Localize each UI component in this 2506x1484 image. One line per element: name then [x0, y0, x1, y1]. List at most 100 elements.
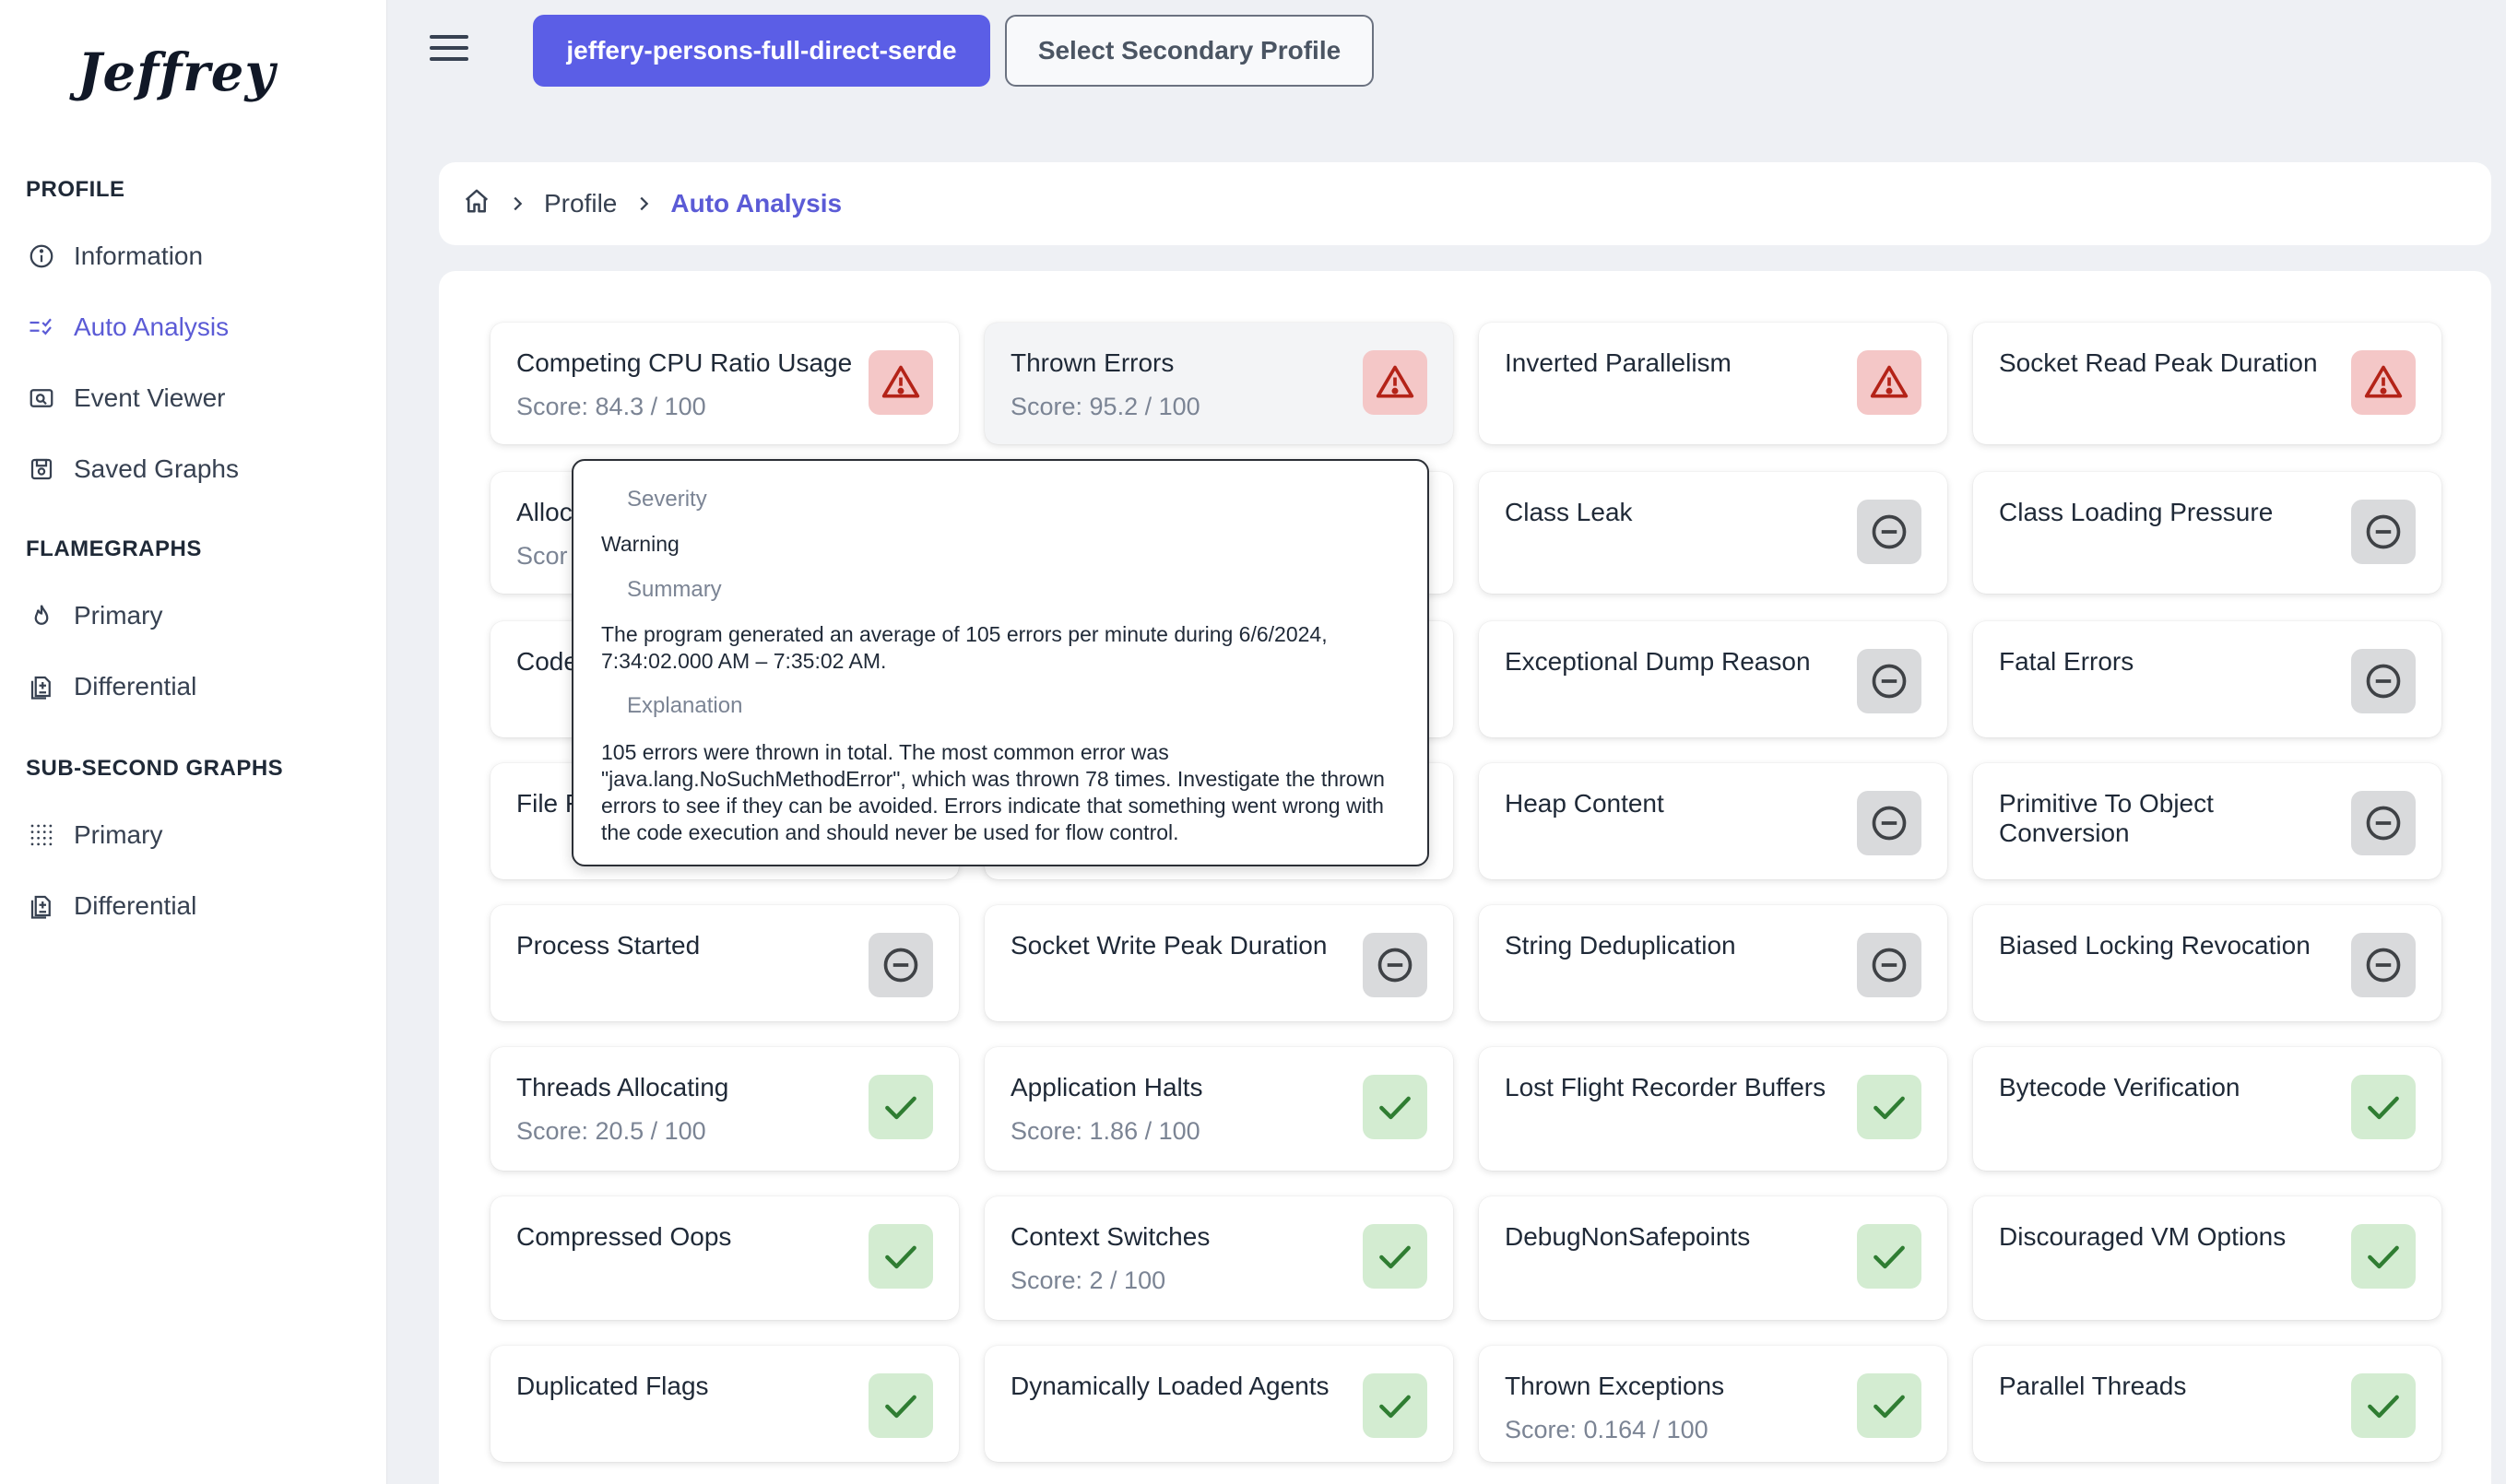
analysis-card-title: Lost Flight Recorder Buffers [1505, 1073, 1826, 1101]
analysis-card-title: Compressed Oops [516, 1222, 732, 1251]
minus-circle-icon [1857, 933, 1921, 997]
sidebar-item-information[interactable]: Information [26, 230, 376, 282]
tooltip-summary-value: The program generated an average of 105 … [601, 622, 1328, 673]
analysis-card[interactable]: Lost Flight Recorder Buffers [1479, 1047, 1947, 1171]
analysis-card-title: Class Leak [1505, 498, 1633, 526]
analysis-card[interactable]: Biased Locking Revocation [1973, 905, 2441, 1021]
analysis-card[interactable]: Threads Allocating Score: 20.5 / 100 [491, 1047, 959, 1171]
analysis-card-title: Threads Allocating [516, 1073, 729, 1101]
check-icon [1363, 1373, 1427, 1438]
analysis-card-title: Biased Locking Revocation [1999, 931, 2311, 960]
search-image-icon [26, 383, 57, 414]
analysis-card[interactable]: Application Halts Score: 1.86 / 100 [985, 1047, 1453, 1171]
analysis-card[interactable]: Parallel Threads [1973, 1346, 2441, 1462]
analysis-card[interactable]: Context Switches Score: 2 / 100 [985, 1196, 1453, 1320]
check-icon [2351, 1224, 2416, 1289]
check-icon [1363, 1224, 1427, 1289]
analysis-card-title: DebugNonSafepoints [1505, 1222, 1751, 1251]
sidebar-item-event-viewer[interactable]: Event Viewer [26, 372, 376, 424]
file-diff-icon [26, 671, 57, 702]
analysis-card-score: Scor [516, 542, 568, 570]
analysis-card-title: Duplicated Flags [516, 1372, 709, 1400]
sidebar-item-primary[interactable]: Primary [26, 809, 376, 861]
analysis-card-title: Inverted Parallelism [1505, 348, 1732, 377]
analysis-card-title: Application Halts [1011, 1073, 1203, 1101]
sidebar-item-differential[interactable]: Differential [26, 661, 376, 713]
grid-dots-icon [26, 819, 57, 851]
analysis-card[interactable]: Bytecode Verification [1973, 1047, 2441, 1171]
analysis-card-title: Socket Write Peak Duration [1011, 931, 1328, 960]
analysis-card-score: Score: 84.3 / 100 [516, 393, 706, 420]
check-icon [1857, 1224, 1921, 1289]
tooltip-summary-label: Summary [627, 577, 722, 602]
sidebar-item-label: Primary [74, 820, 163, 849]
analysis-card[interactable]: Class Loading Pressure [1973, 472, 2441, 594]
home-icon[interactable] [463, 187, 491, 221]
menu-toggle-icon[interactable] [430, 35, 468, 66]
sidebar-item-label: Event Viewer [74, 383, 226, 412]
analysis-card[interactable]: Class Leak [1479, 472, 1947, 594]
primary-profile-button[interactable]: jeffery-persons-full-direct-serde [533, 15, 990, 87]
minus-circle-icon [1363, 933, 1427, 997]
analysis-card-score: Score: 20.5 / 100 [516, 1117, 706, 1145]
analysis-card[interactable]: DebugNonSafepoints [1479, 1196, 1947, 1320]
sidebar: Jeffrey PROFILE Information Auto Analysis E… [0, 0, 387, 1484]
app-logo[interactable]: Jeffrey [77, 42, 276, 103]
analysis-card-title: Dynamically Loaded Agents [1011, 1372, 1330, 1400]
tooltip-severity-value: Warning [601, 532, 680, 556]
minus-circle-icon [2351, 791, 2416, 855]
analysis-card[interactable]: Fatal Errors [1973, 621, 2441, 737]
analysis-card-score: Score: 95.2 / 100 [1011, 393, 1200, 420]
analysis-card[interactable]: Thrown Errors Score: 95.2 / 100 [985, 323, 1453, 444]
analysis-card-title: Process Started [516, 931, 701, 960]
minus-circle-icon [1857, 791, 1921, 855]
sidebar-item-saved-graphs[interactable]: Saved Graphs [26, 443, 376, 495]
analysis-card[interactable]: Exceptional Dump Reason [1479, 621, 1947, 737]
analysis-card[interactable]: String Deduplication [1479, 905, 1947, 1021]
analysis-card-title: Exceptional Dump Reason [1505, 647, 1811, 676]
analysis-card[interactable]: Socket Read Peak Duration [1973, 323, 2441, 444]
sidebar-item-primary[interactable]: Primary [26, 590, 376, 642]
analysis-card[interactable]: Process Started [491, 905, 959, 1021]
analysis-card[interactable]: Discouraged VM Options [1973, 1196, 2441, 1320]
analysis-card[interactable]: Thrown Exceptions Score: 0.164 / 100 [1479, 1346, 1947, 1462]
minus-circle-icon [2351, 933, 2416, 997]
analysis-card[interactable]: Competing CPU Ratio Usage Score: 84.3 / 1… [491, 323, 959, 444]
fire-icon [26, 600, 57, 631]
sidebar-item-auto-analysis[interactable]: Auto Analysis [26, 301, 376, 353]
analysis-card[interactable]: Dynamically Loaded Agents [985, 1346, 1453, 1462]
analysis-card[interactable]: Heap Content [1479, 763, 1947, 879]
select-secondary-profile-button[interactable]: Select Secondary Profile [1005, 15, 1374, 87]
breadcrumb-profile[interactable]: Profile [544, 189, 617, 218]
chevron-right-icon [633, 194, 654, 214]
warning-triangle-icon [869, 350, 933, 415]
sidebar-item-label: Differential [74, 672, 197, 701]
save-icon [26, 453, 57, 485]
tooltip-explanation-value: 105 errors were thrown in total. The mos… [601, 740, 1385, 844]
breadcrumb: Profile Auto Analysis [439, 162, 2491, 245]
analysis-card-title: Competing CPU Ratio Usage [516, 348, 853, 377]
sidebar-item-label: Information [74, 241, 204, 270]
analysis-card-title: Parallel Threads [1999, 1372, 2187, 1400]
analysis-card-title: Discouraged VM Options [1999, 1222, 2287, 1251]
analysis-card-title: String Deduplication [1505, 931, 1736, 960]
analysis-card-score: Score: 2 / 100 [1011, 1266, 1166, 1294]
analysis-card[interactable]: Inverted Parallelism [1479, 323, 1947, 444]
analysis-card[interactable]: Socket Write Peak Duration [985, 905, 1453, 1021]
minus-circle-icon [2351, 649, 2416, 713]
tooltip-explanation-label: Explanation [627, 693, 743, 718]
analysis-card-score: Score: 1.86 / 100 [1011, 1117, 1200, 1145]
analysis-card[interactable]: Primitive To Object Conversion [1973, 763, 2441, 879]
analysis-card-title: Class Loading Pressure [1999, 498, 2274, 526]
analysis-card[interactable]: Duplicated Flags [491, 1346, 959, 1462]
checklist-icon [26, 312, 57, 343]
check-icon [1363, 1075, 1427, 1139]
sidebar-item-label: Auto Analysis [74, 312, 230, 341]
analysis-card[interactable]: Compressed Oops [491, 1196, 959, 1320]
minus-circle-icon [869, 933, 933, 997]
chevron-right-icon [507, 194, 527, 214]
analysis-card-title: Thrown Errors [1011, 348, 1175, 377]
sidebar-item-differential[interactable]: Differential [26, 880, 376, 932]
tooltip-severity-label: Severity [627, 487, 707, 512]
info-circle-icon [26, 241, 57, 272]
